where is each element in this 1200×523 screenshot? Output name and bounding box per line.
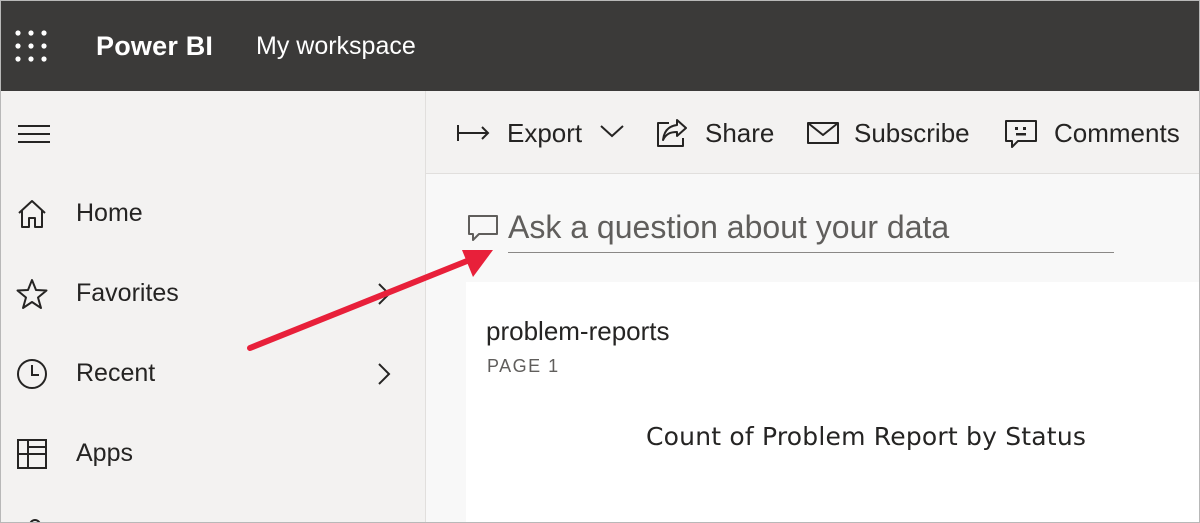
- hamburger-menu-icon[interactable]: [17, 123, 51, 145]
- workspace-breadcrumb[interactable]: My workspace: [256, 27, 416, 65]
- share-label: Share: [705, 118, 775, 148]
- nav-item-label: Apps: [76, 439, 133, 467]
- nav-item-apps[interactable]: Apps: [1, 423, 425, 483]
- app-launcher-icon[interactable]: [13, 28, 49, 64]
- nav-item-label: Recent: [76, 359, 156, 387]
- report-title: problem-reports: [486, 316, 670, 346]
- comments-label: Comments: [1054, 118, 1180, 148]
- chevron-right-icon[interactable]: [374, 281, 394, 307]
- mail-icon: [807, 122, 839, 144]
- export-icon: [457, 125, 490, 141]
- report-canvas: problem-reports PAGE 1 Count of Problem …: [426, 174, 1199, 522]
- nav-item-recent[interactable]: Recent: [1, 343, 425, 403]
- person-icon: [29, 519, 41, 522]
- star-icon: [16, 279, 48, 309]
- power-bi-window: Power BI My workspace Home Favorites Rec…: [0, 0, 1200, 523]
- home-icon: [18, 200, 46, 228]
- nav-item-home[interactable]: Home: [1, 183, 425, 243]
- app-title[interactable]: Power BI: [96, 27, 213, 65]
- subscribe-button[interactable]: Subscribe: [806, 113, 981, 153]
- visual-title: Count of Problem Report by Status: [646, 422, 1087, 451]
- report-toolbar: Export Share Subscribe Comments: [426, 91, 1199, 174]
- subscribe-label: Subscribe: [854, 118, 970, 148]
- qa-input[interactable]: [508, 202, 1114, 253]
- chevron-down-icon[interactable]: [599, 123, 625, 139]
- qa-comment-icon: [468, 215, 498, 241]
- export-label: Export: [507, 118, 583, 148]
- chevron-right-icon[interactable]: [374, 361, 394, 387]
- nav-item-label: Home: [76, 199, 143, 227]
- comment-icon: [1005, 120, 1037, 148]
- report-page-card: problem-reports PAGE 1 Count of Problem …: [466, 282, 1199, 522]
- nav-item-favorites[interactable]: Favorites: [1, 263, 425, 323]
- apps-icon: [17, 439, 47, 469]
- top-bar: Power BI My workspace: [1, 1, 1199, 91]
- share-icon: [657, 119, 687, 147]
- nav-pane: Home Favorites Recent Apps: [1, 91, 426, 522]
- clock-icon: [17, 359, 47, 389]
- page-label: PAGE 1: [487, 356, 560, 376]
- share-button[interactable]: Share: [655, 113, 780, 153]
- export-button[interactable]: Export: [456, 113, 626, 153]
- comments-button[interactable]: Comments: [1004, 113, 1194, 153]
- nav-item-label: Favorites: [76, 279, 179, 307]
